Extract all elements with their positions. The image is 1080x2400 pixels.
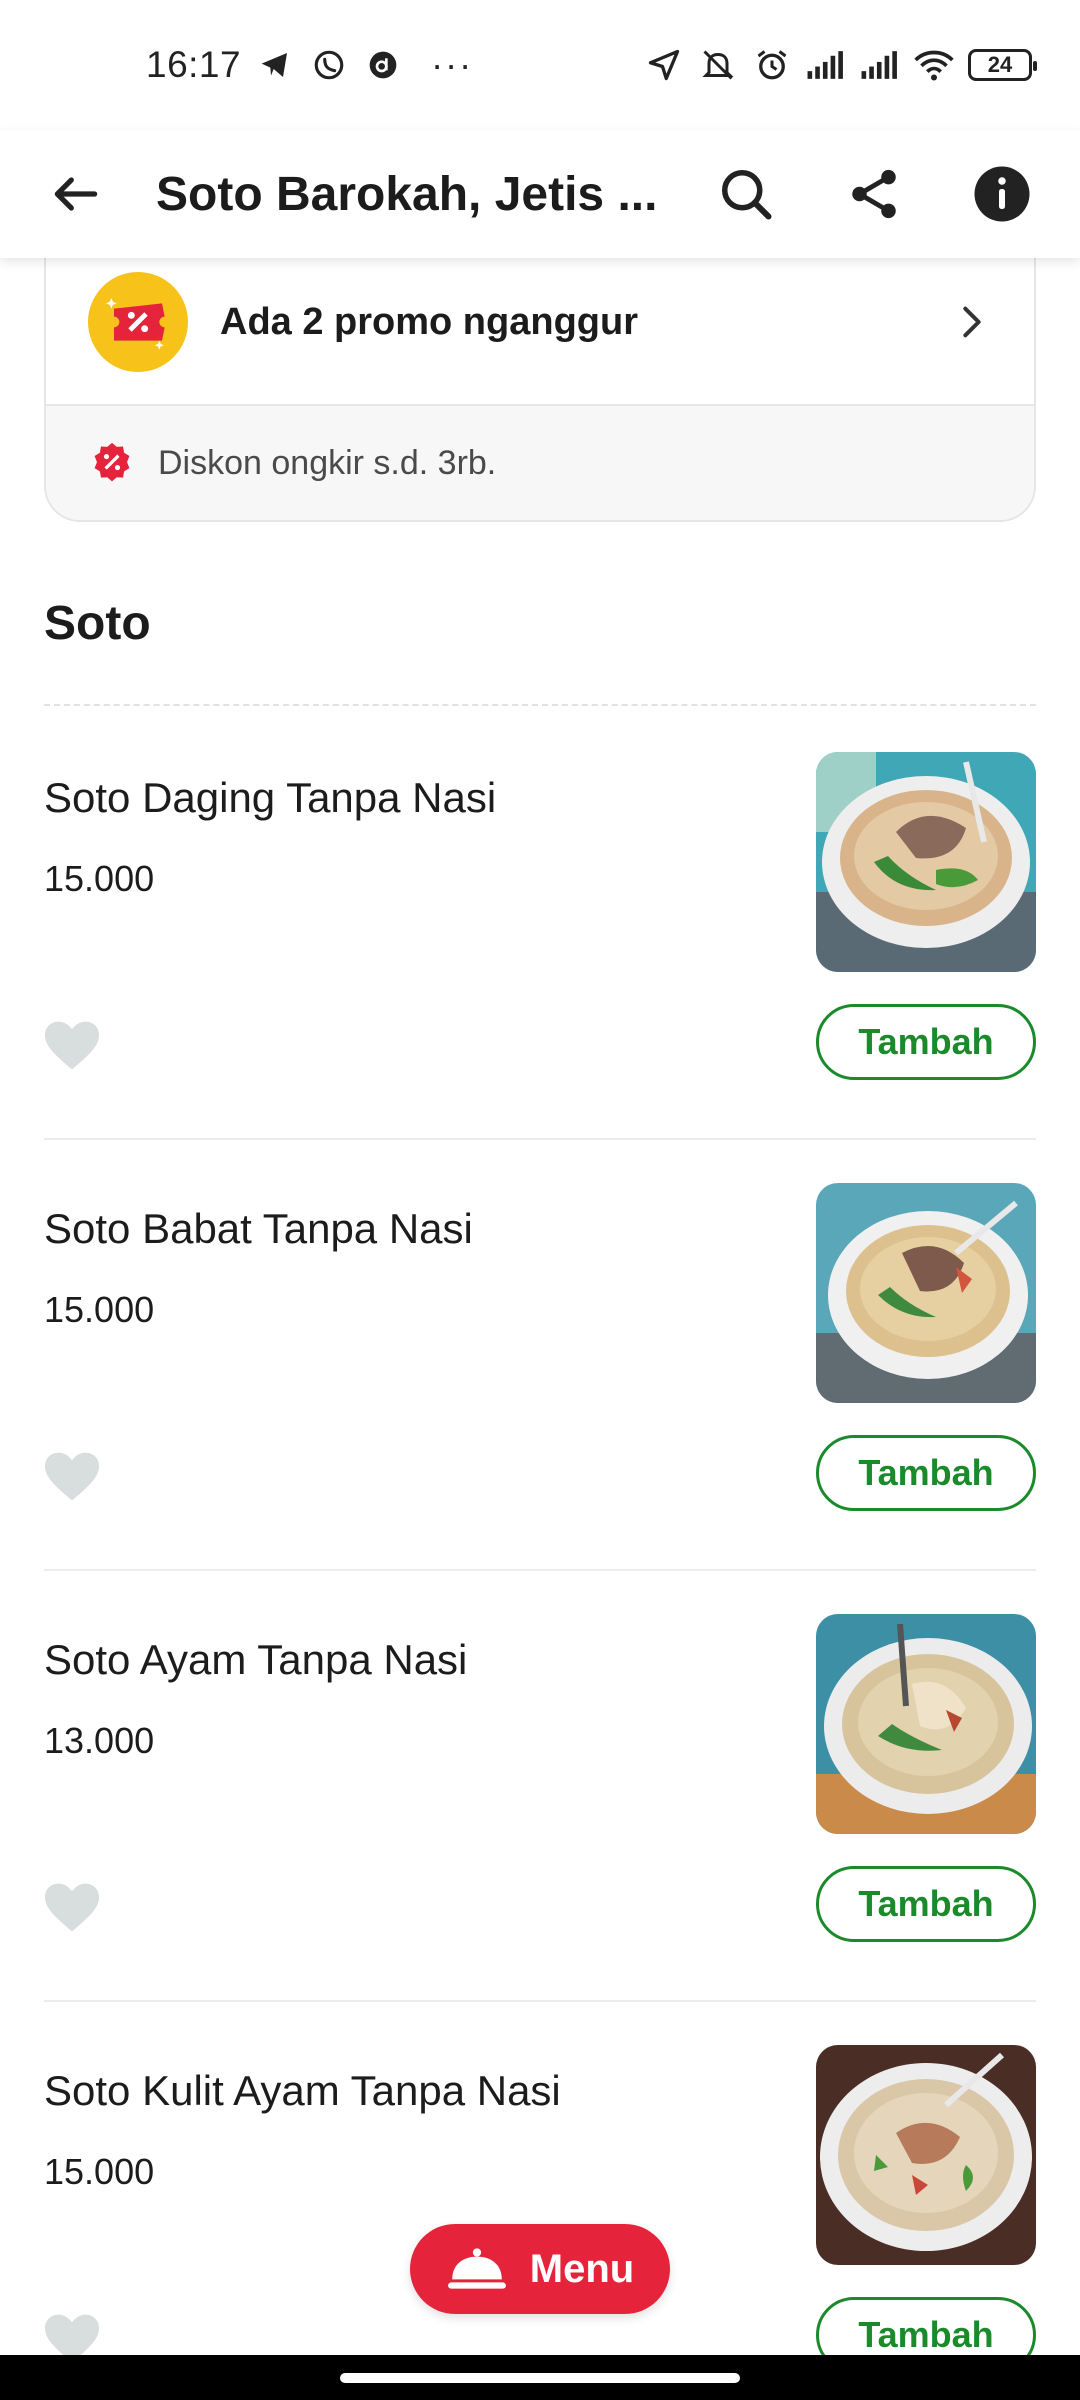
share-icon [852,169,896,219]
item-photo[interactable] [816,752,1036,972]
menu-item[interactable]: Soto Daging Tanpa Nasi 15.000 Tambah [44,752,1036,1182]
item-price: 15.000 [44,858,155,899]
share-button[interactable] [836,156,912,232]
header-actions [708,156,1040,232]
section-title: Soto [44,597,151,650]
promo-label: Ada 2 promo nganggur [220,300,638,343]
add-button[interactable]: Tambah [816,1866,1036,1942]
info-icon [974,166,1030,222]
restaurant-menu-page: 16:17 ··· 24 Soto Barokah, Jetis ... Ada… [0,0,1080,2400]
add-button[interactable]: Tambah [816,1435,1036,1511]
search-button[interactable] [708,156,784,232]
section-divider [44,704,1036,706]
status-left: 16:17 ··· [146,44,473,86]
battery-indicator: 24 [968,49,1037,81]
item-price: 15.000 [44,1289,155,1330]
cloche-icon [447,2248,506,2289]
alarm-icon [752,45,792,85]
item-divider [44,2000,1036,2002]
item-price: 15.000 [44,2151,155,2192]
promo-card: Ada 2 promo nganggur Diskon ongkir s.d. … [44,240,1036,522]
menu-item[interactable]: Soto Babat Tanpa Nasi 15.000 Tambah [44,1183,1036,1613]
search-icon [722,170,772,220]
whatsapp-icon [309,45,349,85]
heart-icon [45,1883,99,1932]
favorite-button[interactable] [36,1012,108,1078]
signal-icon [860,45,900,85]
status-overflow: ··· [431,44,474,85]
back-button[interactable] [40,158,112,230]
heart-icon [45,1452,99,1501]
promo-row[interactable]: Ada 2 promo nganggur [46,240,1034,404]
bell-muted-icon [698,45,738,85]
system-nav-bar [0,2355,1080,2400]
item-photo[interactable] [816,1183,1036,1403]
status-right: 24 [644,45,1037,85]
discount-text: Diskon ongkir s.d. 3rb. [158,443,497,482]
signal-icon [806,45,846,85]
menu-item[interactable]: Soto Ayam Tanpa Nasi 13.000 Tambah [44,1614,1036,2044]
menu-button-label: Menu [529,2246,635,2291]
home-gesture-handle[interactable] [340,2373,740,2383]
dana-icon [363,45,403,85]
item-name: Soto Babat Tanpa Nasi [44,1205,473,1252]
app-header: Soto Barokah, Jetis ... [0,130,1080,258]
item-photo[interactable] [816,1614,1036,1834]
info-button[interactable] [964,156,1040,232]
delivery-discount-row: Diskon ongkir s.d. 3rb. [46,404,1034,520]
favorite-button[interactable] [36,1443,108,1509]
heart-icon [45,1021,99,1070]
item-name: Soto Ayam Tanpa Nasi [44,1636,468,1683]
menu-button[interactable]: Menu [410,2224,670,2314]
restaurant-title: Soto Barokah, Jetis ... [156,167,658,221]
back-arrow-icon [54,177,98,211]
menu-item[interactable]: Soto Kulit Ayam Tanpa Nasi 15.000 Tambah [44,2045,1036,2400]
item-photo[interactable] [816,2045,1036,2265]
favorite-button[interactable] [36,1874,108,1940]
telegram-icon [255,45,295,85]
chevron-right-icon [950,300,994,344]
add-button[interactable]: Tambah [816,1004,1036,1080]
status-bar: 16:17 ··· 24 [0,0,1080,130]
item-price: 13.000 [44,1720,155,1761]
promo-coupon-icon [88,272,188,372]
item-name: Soto Daging Tanpa Nasi [44,774,497,821]
item-name: Soto Kulit Ayam Tanpa Nasi [44,2067,561,2114]
item-divider [44,1569,1036,1571]
location-arrow-icon [644,45,684,85]
discount-badge-icon [94,442,130,482]
item-divider [44,1138,1036,1140]
wifi-icon [914,45,954,85]
status-time: 16:17 [146,44,242,85]
